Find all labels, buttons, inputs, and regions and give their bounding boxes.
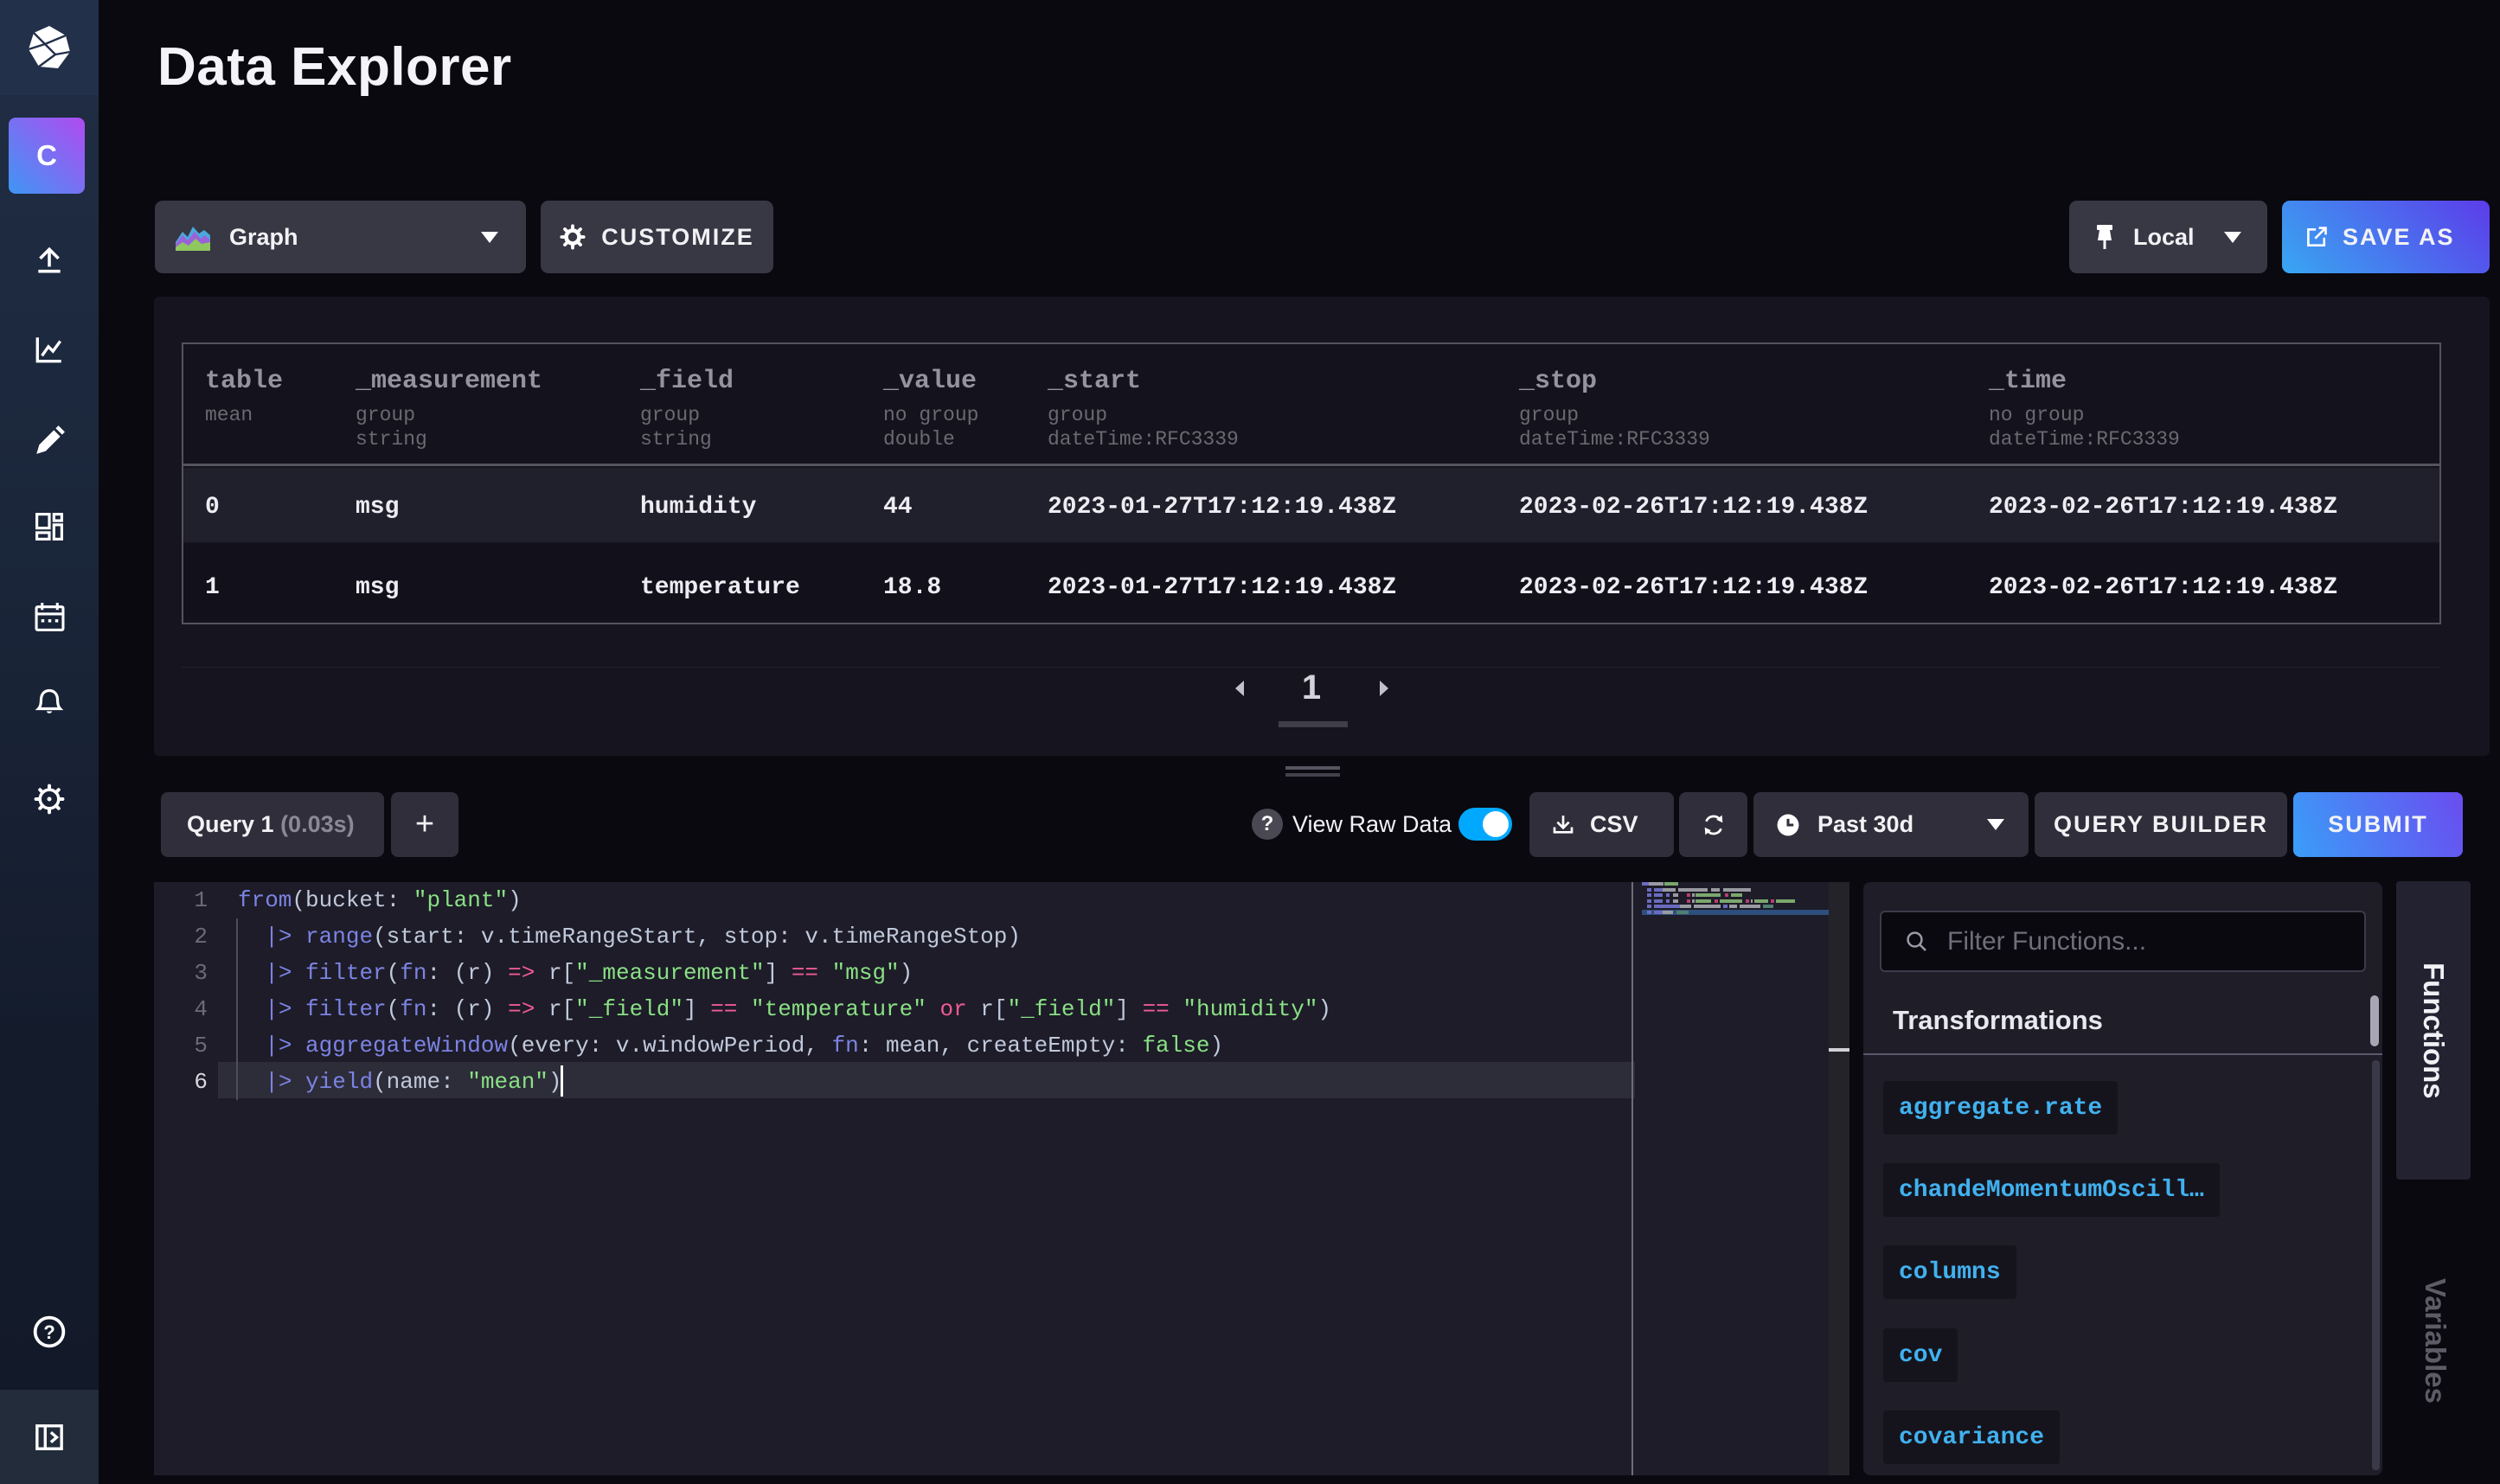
svg-text:?: ?: [43, 1321, 55, 1343]
